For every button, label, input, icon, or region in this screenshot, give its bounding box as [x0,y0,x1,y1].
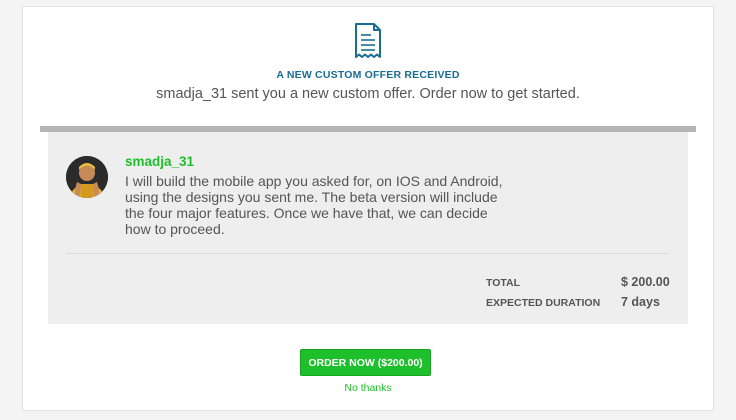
card-bottom-border [22,410,714,411]
receipt-icon [353,22,383,60]
avatar[interactable] [66,156,108,198]
offer-description: I will build the mobile app you asked fo… [125,173,503,237]
total-label: TOTAL [486,277,521,289]
divider [66,253,669,254]
no-thanks-link[interactable]: No thanks [23,382,713,394]
offer-subheading: smadja_31 sent you a new custom offer. O… [156,86,580,102]
total-value: $ 200.00 [621,275,670,289]
seller-name[interactable]: smadja_31 [125,154,194,169]
email-card: A NEW CUSTOM OFFER RECEIVED smadja_31 se… [22,6,714,411]
duration-label: EXPECTED DURATION [486,297,601,309]
offer-heading: A NEW CUSTOM OFFER RECEIVED [276,69,460,81]
offer-panel: smadja_31 I will build the mobile app yo… [48,132,688,324]
order-now-button[interactable]: ORDER NOW ($200.00) [300,349,431,376]
duration-value: 7 days [621,295,660,309]
